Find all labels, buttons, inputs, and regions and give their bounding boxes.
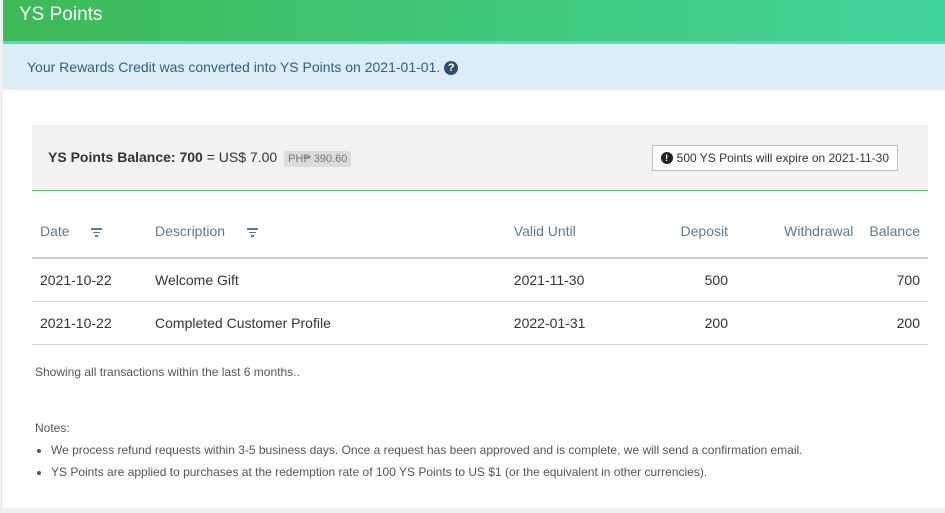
question-icon[interactable]: ? [444, 61, 459, 75]
row-description: Completed Customer Profile [147, 301, 506, 345]
row-deposit: 500 [640, 258, 736, 302]
col-withdrawal: Withdrawal [736, 205, 862, 259]
filter-icon[interactable] [91, 226, 103, 239]
row-valid-until: 2021-11-30 [505, 258, 641, 302]
notes-section: Notes: We process refund requests within… [35, 421, 803, 487]
notice-text: Your Rewards Credit was converted into Y… [27, 59, 441, 75]
balance-summary: YS Points Balance: 700 = US$ 7.00 PH₱ 39… [48, 148, 352, 167]
col-deposit: Deposit [640, 205, 736, 259]
row-balance: 700 [861, 258, 928, 302]
exclamation-icon: ! [660, 152, 673, 164]
note-item: YS Points are applied to purchases at th… [51, 465, 803, 479]
row-valid-until: 2022-01-31 [505, 301, 641, 345]
row-date: 2021-10-22 [32, 301, 148, 345]
expire-notice: ! 500 YS Points will expire on 2021-11-3… [651, 145, 898, 171]
balance-bar: YS Points Balance: 700 = US$ 7.00 PH₱ 39… [32, 125, 928, 191]
col-description[interactable]: Description [147, 205, 506, 259]
showing-text: Showing all transactions within the last… [35, 365, 300, 379]
page-header: YS Points [3, 0, 945, 44]
row-balance: 200 [861, 301, 928, 345]
conversion-notice: Your Rewards Credit was converted into Y… [3, 44, 945, 90]
filter-icon[interactable] [246, 226, 258, 239]
note-item: We process refund requests within 3-5 bu… [51, 443, 803, 457]
balance-usd: = US$ 7.00 [202, 148, 278, 165]
row-deposit: 200 [640, 301, 736, 345]
col-valid-until: Valid Until [505, 205, 641, 259]
points-panel: YS Points Your Rewards Credit was conver… [3, 0, 945, 508]
notes-title: Notes: [35, 421, 70, 435]
col-date[interactable]: Date [32, 205, 148, 259]
row-withdrawal [736, 258, 862, 302]
row-date: 2021-10-22 [32, 258, 148, 302]
col-balance: Balance [861, 205, 928, 259]
expire-text: 500 YS Points will expire on 2021-11-30 [676, 151, 889, 165]
balance-label: YS Points Balance: 700 [48, 148, 203, 165]
transactions-table: Date Description Valid Until Deposit Wit… [32, 205, 928, 345]
row-withdrawal [736, 301, 862, 345]
table-row: 2021-10-22 Completed Customer Profile 20… [32, 301, 928, 345]
page-title: YS Points [19, 4, 103, 25]
row-description: Welcome Gift [147, 258, 506, 302]
notes-list: We process refund requests within 3-5 bu… [35, 443, 803, 479]
balance-php-badge: PH₱ 390.60 [284, 150, 352, 167]
table-header-row: Date Description Valid Until Deposit Wit… [32, 205, 928, 259]
table-row: 2021-10-22 Welcome Gift 2021-11-30 500 7… [32, 258, 928, 302]
